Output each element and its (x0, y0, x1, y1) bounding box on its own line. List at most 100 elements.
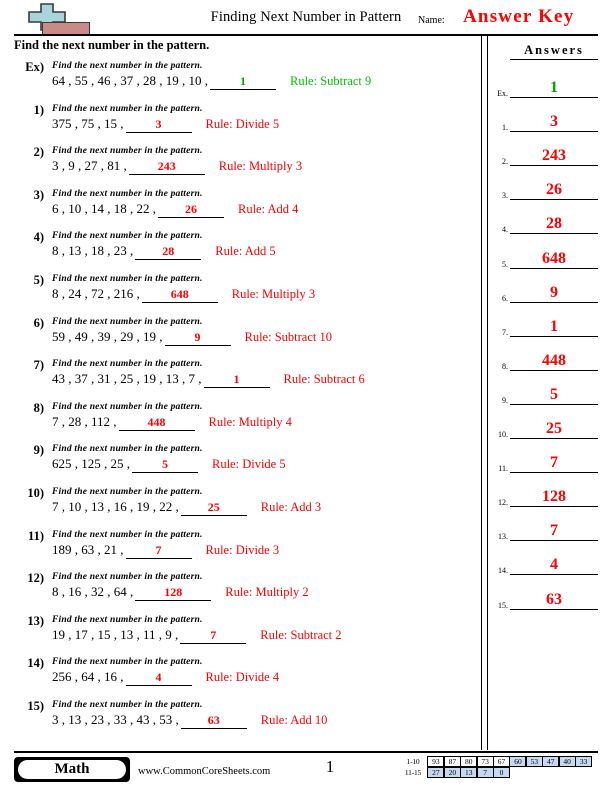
problem-row: 2) Find the next number in the pattern. 3 … (14, 145, 474, 179)
answer-value[interactable]: 1 (510, 317, 598, 337)
answer-row-label: 4. (502, 225, 508, 235)
problem-number: 3) (33, 187, 44, 202)
answer-value[interactable]: 128 (510, 487, 598, 508)
number-sequence: 8 , 16 , 32 , 64 , (52, 584, 134, 600)
answer-value[interactable]: 28 (510, 214, 598, 235)
rule-label: Rule: Multiply 3 (218, 159, 303, 174)
problem-number: Ex) (25, 60, 44, 74)
problem-line: 8 , 24 , 72 , 216 , 648 Rule: Multiply 3 (52, 286, 315, 303)
answer-value[interactable]: 243 (510, 146, 598, 167)
problem-row: 13) Find the next number in the pattern. 1… (14, 614, 474, 648)
answer-blank[interactable]: 1 (210, 74, 276, 90)
answer-row: 4. 28 (490, 202, 602, 236)
answer-row: 2. 243 (490, 134, 602, 168)
answer-value[interactable]: 9 (510, 283, 598, 303)
problem-number: 6) (33, 315, 44, 330)
rule-label: Rule: Subtract 9 (290, 74, 372, 88)
problem-prompt: Find the next number in the pattern. (52, 401, 203, 412)
rule-label: Rule: Multiply 3 (231, 286, 316, 301)
problem-line: 43 , 37 , 31 , 25 , 19 , 13 , 7 , 1 Rule: … (52, 371, 365, 389)
answer-blank[interactable]: 26 (158, 202, 224, 218)
problem-prompt: Find the next number in the pattern. (52, 359, 203, 370)
problem-row: 10) Find the next number in the pattern. 7… (14, 486, 474, 520)
answer-blank[interactable]: 128 (135, 585, 212, 602)
answer-blank[interactable]: 63 (180, 713, 247, 729)
answer-row: 14. 4 (490, 543, 602, 577)
problem-prompt: Find the next number in the pattern. (52, 146, 203, 157)
answer-row: 1. 3 (490, 100, 602, 134)
problem-row: 14) Find the next number in the pattern. 2… (14, 656, 474, 690)
rule-label: Rule: Add 3 (260, 499, 322, 514)
answer-value[interactable]: 448 (510, 351, 598, 371)
answer-blank[interactable]: 5 (132, 457, 198, 474)
problem-line: 59 , 49 , 39 , 29 , 19 , 9 Rule: Subtract … (52, 329, 332, 346)
number-sequence: 19 , 17 , 15 , 13 , 11 , 9 , (52, 626, 179, 642)
answer-blank[interactable]: 4 (125, 670, 192, 687)
answer-value[interactable]: 5 (510, 385, 598, 405)
answer-row-label: 6. (502, 293, 508, 303)
scale-cell: 33 (575, 756, 593, 767)
problem-number: 7) (33, 358, 44, 373)
number-sequence: 64 , 55 , 46 , 37 , 28 , 19 , 10 , (52, 73, 208, 88)
problem-number: 9) (33, 443, 44, 458)
answer-value[interactable]: 26 (510, 180, 598, 201)
problem-row: 3) Find the next number in the pattern. 6 … (14, 188, 474, 222)
rule-label: Rule: Divide 5 (205, 116, 280, 131)
answer-value[interactable]: 4 (510, 555, 598, 576)
number-sequence: 59 , 49 , 39 , 29 , 19 , (52, 328, 163, 344)
answer-value[interactable]: 25 (510, 419, 598, 440)
rule-label: Rule: Add 10 (260, 712, 328, 727)
answer-row-label: 2. (502, 157, 508, 167)
problem-line: 3 , 13 , 23 , 33 , 43 , 53 , 63 Rule: Add … (52, 712, 327, 729)
answer-blank[interactable]: 9 (164, 330, 231, 346)
scale-cell: 40 (558, 756, 576, 767)
answer-value[interactable]: 1 (510, 78, 598, 99)
answer-row: 11. 7 (490, 441, 602, 475)
number-sequence: 3 , 9 , 27 , 81 , (52, 158, 127, 174)
answer-value[interactable]: 648 (510, 249, 598, 269)
answer-blank[interactable]: 648 (141, 287, 218, 303)
answer-blank[interactable]: 25 (180, 500, 247, 516)
answer-blank[interactable]: 7 (180, 628, 247, 644)
answer-value[interactable]: 3 (510, 112, 598, 133)
scale-row-1: 1-10 93 87 80 73 67 60 53 47 40 33 (398, 756, 593, 767)
problem-row: 7) Find the next number in the pattern. 43… (14, 358, 474, 392)
subject-badge-label: Math (18, 760, 126, 779)
answer-row-label: 8. (502, 361, 508, 371)
rule-label: Rule: Add 5 (215, 244, 276, 259)
problem-number: 5) (33, 272, 44, 287)
answer-row-label: 11. (498, 464, 508, 474)
answer-value[interactable]: 7 (510, 453, 598, 474)
problem-line: 625 , 125 , 25 , 5 Rule: Divide 5 (52, 456, 286, 474)
problem-line: 3 , 9 , 27 , 81 , 243 Rule: Multiply 3 (52, 158, 303, 176)
rule-label: Rule: Divide 4 (205, 670, 280, 685)
site-url-text: www.CommonCoreSheets.com (138, 766, 271, 777)
answer-row-label: 15. (498, 600, 508, 610)
answer-blank[interactable]: 28 (135, 244, 202, 261)
problem-prompt: Find the next number in the pattern. (52, 444, 203, 455)
answer-blank[interactable]: 243 (128, 159, 205, 176)
subject-badge: Math (14, 757, 130, 782)
scale-cell: 73 (476, 756, 494, 767)
problem-number: 8) (33, 400, 44, 415)
answer-blank[interactable]: 448 (118, 415, 195, 431)
number-sequence: 43 , 37 , 31 , 25 , 19 , 13 , 7 , (52, 371, 202, 387)
number-sequence: 256 , 64 , 16 , (52, 669, 124, 685)
number-sequence: 7 , 28 , 112 , (52, 413, 117, 429)
answer-row-label: 13. (498, 532, 508, 542)
column-divider-line (481, 36, 488, 750)
answer-blank[interactable]: 7 (125, 543, 192, 559)
problem-number: 10) (27, 485, 44, 500)
number-sequence: 375 , 75 , 15 , (52, 115, 124, 131)
problem-number: 4) (33, 230, 44, 245)
problem-prompt: Find the next number in the pattern. (52, 572, 203, 583)
scale-cell: 87 (443, 756, 461, 767)
answer-blank[interactable]: 1 (203, 372, 270, 389)
answer-blank[interactable]: 3 (125, 117, 192, 133)
answer-value[interactable]: 63 (510, 590, 598, 610)
answer-row-label: 10. (498, 430, 508, 440)
answer-row: 15. 63 (490, 577, 602, 611)
problem-row: 4) Find the next number in the pattern. 8 … (14, 230, 474, 264)
problem-number: 11) (28, 528, 44, 543)
answer-value[interactable]: 7 (510, 521, 598, 542)
